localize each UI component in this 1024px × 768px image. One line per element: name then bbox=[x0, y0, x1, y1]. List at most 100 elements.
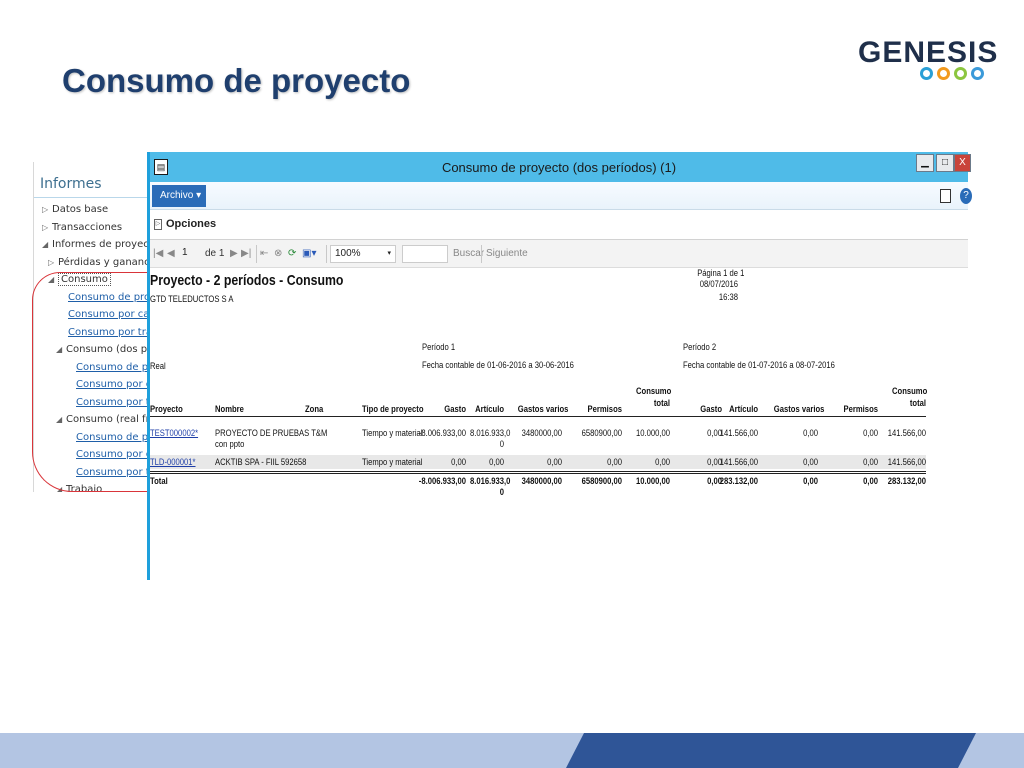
col-nombre: Nombre bbox=[215, 404, 244, 414]
save-icon[interactable]: ▣▾ bbox=[302, 248, 316, 259]
period1-range: Fecha contable de 01-06-2016 a 30-06-201… bbox=[422, 360, 574, 370]
opciones-bar[interactable]: ▷ Opciones bbox=[150, 210, 968, 240]
total-p1-articulo: 8.016.933,0 bbox=[470, 476, 511, 486]
zoom-value: 100% bbox=[335, 248, 361, 259]
row-p1-permisos: 0,00 bbox=[607, 457, 622, 467]
logo-text: GENESIS bbox=[858, 36, 999, 69]
col-p2-gasto: Gasto bbox=[700, 404, 722, 414]
row-p1-articulo: 8.016.933,0 bbox=[470, 428, 511, 438]
total-p1-gasto: -8.006.933,00 bbox=[418, 476, 466, 486]
expand-triangle-icon[interactable]: ▷ bbox=[42, 201, 52, 219]
period1-label: Período 1 bbox=[422, 342, 456, 352]
col-p2-consumo: Consumo bbox=[892, 386, 928, 396]
col-p2-permisos: Permisos bbox=[843, 404, 878, 414]
row-tipo: Tiempo y material bbox=[362, 428, 423, 438]
row-p2-permisos: 0,00 bbox=[863, 457, 878, 467]
row-p2-gastos-varios: 0,00 bbox=[803, 428, 818, 438]
real-label: Real bbox=[150, 361, 166, 371]
col-p1-permisos: Permisos bbox=[587, 404, 622, 414]
row-p1-articulo: 0,00 bbox=[489, 457, 504, 467]
col-p2-total: total bbox=[909, 398, 926, 408]
ring-icon bbox=[920, 67, 933, 80]
nav-tree-node[interactable]: ▷ Datos base bbox=[34, 201, 149, 219]
nav-item-label: Informes de proyect bbox=[52, 239, 149, 250]
total-p1-total: 10.000,00 bbox=[635, 476, 670, 486]
total-p2-gastos-varios: 0,00 bbox=[803, 476, 818, 486]
total-p2-total: 283.132,00 bbox=[887, 476, 926, 486]
col-p1-consumo: Consumo bbox=[636, 386, 672, 396]
col-zona: Zona bbox=[305, 404, 324, 414]
row-p2-total: 141.566,00 bbox=[887, 428, 926, 438]
opciones-label: Opciones bbox=[166, 218, 217, 230]
back-icon[interactable]: ⇤ bbox=[260, 248, 268, 259]
company-name: GTD TELEDUCTOS S A bbox=[150, 294, 234, 304]
expand-triangle-icon[interactable]: ▷ bbox=[48, 254, 58, 272]
col-p1-gasto: Gasto bbox=[444, 404, 466, 414]
row-p1-total: 0,00 bbox=[655, 457, 670, 467]
col-p1-articulo: Artículo bbox=[475, 404, 504, 414]
last-page-icon[interactable]: ▶| bbox=[241, 248, 251, 259]
row-nombre-2: con ppto bbox=[215, 439, 245, 449]
row-p1-articulo-2: 0 bbox=[499, 439, 504, 449]
period2-label: Período 2 bbox=[683, 342, 717, 352]
row-nombre: ACKTIB SPA - FIIL 592658 bbox=[215, 457, 307, 467]
project-link[interactable]: TLD-000001* bbox=[150, 457, 196, 467]
col-p1-gastos-varios: Gastos varios bbox=[517, 404, 569, 414]
row-p1-total: 10.000,00 bbox=[635, 428, 670, 438]
archivo-menu-button[interactable]: Archivo ▾ bbox=[152, 185, 206, 207]
row-p2-gastos-varios: 0,00 bbox=[803, 457, 818, 467]
document-icon[interactable] bbox=[940, 189, 951, 203]
minimize-button[interactable]: ▁ bbox=[916, 154, 934, 172]
refresh-icon[interactable]: ⟳ bbox=[288, 248, 296, 259]
prev-page-icon[interactable]: ◀ bbox=[167, 248, 175, 259]
col-p2-gastos-varios: Gastos varios bbox=[773, 404, 825, 414]
nav-tree-node[interactable]: ▷ Pérdidas y gananci bbox=[34, 254, 149, 272]
help-icon[interactable]: ? bbox=[960, 188, 972, 204]
genesis-logo: GENESIS bbox=[858, 38, 998, 88]
project-link[interactable]: TEST000002* bbox=[150, 428, 198, 438]
row-p2-articulo: 141.566,00 bbox=[719, 428, 758, 438]
next-button[interactable]: Siguiente bbox=[486, 248, 528, 259]
nav-item-label: Transacciones bbox=[52, 221, 123, 233]
row-p2-total: 141.566,00 bbox=[887, 457, 926, 467]
close-button[interactable]: X bbox=[954, 154, 971, 172]
report-toolbar: |◀ ◀ 1 de 1 ▶ ▶| ⇤ ⊗ ⟳ ▣▾ 100% ▾ Buscar S… bbox=[150, 240, 968, 268]
total-p1-gastos-varios: 3480000,00 bbox=[521, 476, 562, 486]
window-title-bar: ▤ Consumo de proyecto (dos períodos) (1)… bbox=[150, 152, 971, 182]
archivo-label: Archivo bbox=[160, 190, 194, 201]
col-tipo: Tipo de proyecto bbox=[362, 404, 424, 414]
expand-triangle-icon[interactable]: ▷ bbox=[42, 219, 52, 237]
nav-title: Informes bbox=[34, 162, 149, 198]
search-button[interactable]: Buscar bbox=[453, 248, 484, 259]
col-p2-articulo: Artículo bbox=[729, 404, 758, 414]
ribbon: Archivo ▾ ? bbox=[150, 182, 972, 210]
zoom-select[interactable]: 100% ▾ bbox=[330, 245, 396, 263]
next-page-icon[interactable]: ▶ bbox=[230, 248, 238, 259]
search-input[interactable] bbox=[402, 245, 448, 263]
nav-tree-node[interactable]: ▷ Transacciones bbox=[34, 219, 149, 237]
row-tipo: Tiempo y material bbox=[362, 457, 423, 467]
first-page-icon[interactable]: |◀ bbox=[153, 248, 163, 259]
row-p1-gastos-varios: 0,00 bbox=[547, 457, 562, 467]
report-time: 16:38 bbox=[718, 292, 738, 302]
maximize-button[interactable]: □ bbox=[936, 154, 954, 172]
row-p2-articulo: 141.566,00 bbox=[719, 457, 758, 467]
slide-title: Consumo de proyecto bbox=[62, 62, 411, 99]
ring-icon bbox=[954, 67, 967, 80]
expand-icon: ▷ bbox=[154, 219, 162, 230]
col-proyecto: Proyecto bbox=[150, 404, 183, 414]
stop-icon[interactable]: ⊗ bbox=[274, 248, 282, 259]
period2-range: Fecha contable de 01-07-2016 a 08-07-201… bbox=[683, 360, 835, 370]
total-p1-permisos: 6580900,00 bbox=[581, 476, 622, 486]
ring-icon bbox=[971, 67, 984, 80]
nav-tree-node[interactable]: ◢ Informes de proyect bbox=[34, 236, 149, 254]
window-title: Consumo de proyecto (dos períodos) (1) bbox=[441, 160, 677, 175]
col-p1-total: total bbox=[653, 398, 670, 408]
row-p1-permisos: 6580900,00 bbox=[581, 428, 622, 438]
total-p1-articulo-2: 0 bbox=[499, 487, 504, 497]
page-number-input[interactable]: 1 bbox=[178, 245, 200, 263]
report-window: ▤ Consumo de proyecto (dos períodos) (1)… bbox=[147, 152, 972, 580]
collapse-triangle-icon[interactable]: ◢ bbox=[42, 236, 52, 254]
row-p2-permisos: 0,00 bbox=[863, 428, 878, 438]
nav-item-label: Pérdidas y gananci bbox=[58, 256, 149, 268]
